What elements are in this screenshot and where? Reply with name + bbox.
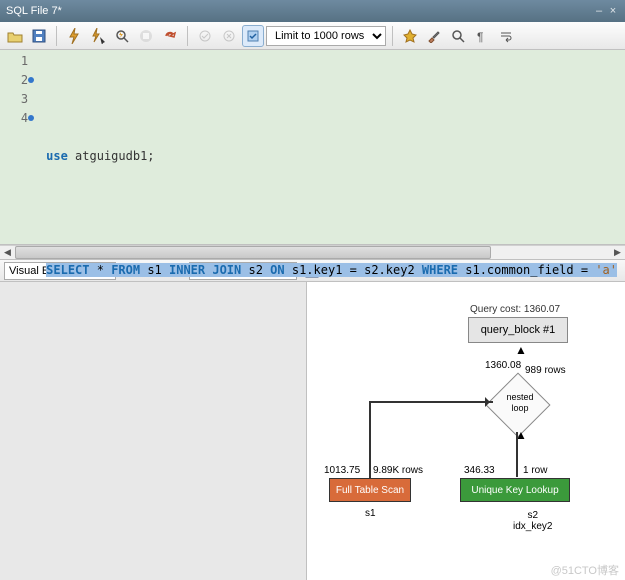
fts-rows: 9.89K rows: [373, 465, 423, 476]
magnifier-icon: [451, 29, 465, 43]
paragraph-icon: ¶: [475, 29, 489, 43]
sql-toolbar: Limit to 1000 rows ¶: [0, 22, 625, 50]
brush-icon: [427, 29, 441, 43]
line-number: 4: [0, 109, 28, 128]
commit-icon: [198, 29, 212, 43]
visual-explain-diagram[interactable]: Query cost: 1360.07 query_block #1 ▲ 136…: [307, 282, 625, 580]
line-number: 3: [0, 90, 28, 109]
magnifier-lightning-icon: [115, 29, 129, 43]
minimize-icon[interactable]: –: [593, 5, 605, 17]
connector-line: [369, 403, 371, 478]
refresh-icon: [163, 29, 177, 43]
window-title: SQL File 7*: [6, 5, 591, 17]
nested-loop-label: nested loop: [502, 392, 538, 414]
limit-rows-select[interactable]: Limit to 1000 rows: [266, 26, 386, 46]
scroll-left-icon[interactable]: ◀: [0, 246, 15, 259]
floppy-disk-icon: [32, 29, 46, 43]
lightning-cursor-icon: [90, 28, 106, 44]
statement-marker-icon: [28, 115, 34, 121]
horizontal-scrollbar[interactable]: ◀ ▶: [0, 245, 625, 260]
separator: [392, 26, 393, 46]
commit-button: [194, 25, 216, 47]
result-area: Query cost: 1360.07 query_block #1 ▲ 136…: [0, 282, 625, 580]
result-left-pane: [0, 282, 307, 580]
folder-open-icon: [7, 29, 23, 43]
svg-text:¶: ¶: [477, 30, 483, 43]
ukl-cost: 346.33: [464, 465, 495, 476]
autocommit-button[interactable]: [242, 25, 264, 47]
wrap-icon: [499, 29, 513, 43]
explain-button[interactable]: [111, 25, 133, 47]
nested-loop-rows: 989 rows: [525, 365, 566, 376]
scroll-track[interactable]: [15, 246, 610, 259]
nested-loop-cost: 1360.08: [485, 360, 521, 371]
connector-line: [516, 432, 518, 477]
execute-button[interactable]: [63, 25, 85, 47]
watermark: @51CTO博客: [551, 562, 619, 578]
rollback-icon: [222, 29, 236, 43]
ukl-rows: 1 row: [523, 465, 547, 476]
save-button[interactable]: [28, 25, 50, 47]
toggle-invisible-button[interactable]: ¶: [471, 25, 493, 47]
rollback-button: [218, 25, 240, 47]
unique-key-lookup-node[interactable]: Unique Key Lookup: [460, 478, 570, 502]
line-number: 2: [0, 71, 28, 90]
arrow-up-icon: ▲: [515, 344, 527, 356]
autocommit-icon: [246, 29, 260, 43]
execute-cursor-button[interactable]: [87, 25, 109, 47]
ukl-table-label: s2idx_key2: [513, 510, 552, 532]
stop-icon: [139, 29, 153, 43]
statement-marker-icon: [28, 77, 34, 83]
brush-button[interactable]: [423, 25, 445, 47]
fts-cost: 1013.75: [324, 465, 360, 476]
query-block-node[interactable]: query_block #1: [468, 317, 568, 343]
full-table-scan-node[interactable]: Full Table Scan: [329, 478, 411, 502]
stop-button: [135, 25, 157, 47]
beautify-button[interactable]: [399, 25, 421, 47]
connector-line: [369, 401, 493, 403]
star-icon: [403, 29, 417, 43]
scroll-thumb[interactable]: [15, 246, 491, 259]
title-bar: SQL File 7* – ×: [0, 0, 625, 22]
lightning-icon: [67, 28, 81, 44]
close-icon[interactable]: ×: [607, 5, 619, 17]
query-cost-label: Query cost: 1360.07: [470, 304, 560, 315]
wrap-button[interactable]: [495, 25, 517, 47]
open-file-button[interactable]: [4, 25, 26, 47]
line-number: 1: [0, 52, 28, 71]
separator: [56, 26, 57, 46]
fts-table-label: s1: [365, 508, 376, 519]
sql-editor[interactable]: 1 2 3 4 use atguigudb1; SELECT * FROM s1…: [0, 50, 625, 245]
reconnect-button[interactable]: [159, 25, 181, 47]
line-gutter: 1 2 3 4: [0, 50, 34, 244]
code-area[interactable]: use atguigudb1; SELECT * FROM s1 INNER J…: [34, 50, 625, 244]
find-button[interactable]: [447, 25, 469, 47]
separator: [187, 26, 188, 46]
